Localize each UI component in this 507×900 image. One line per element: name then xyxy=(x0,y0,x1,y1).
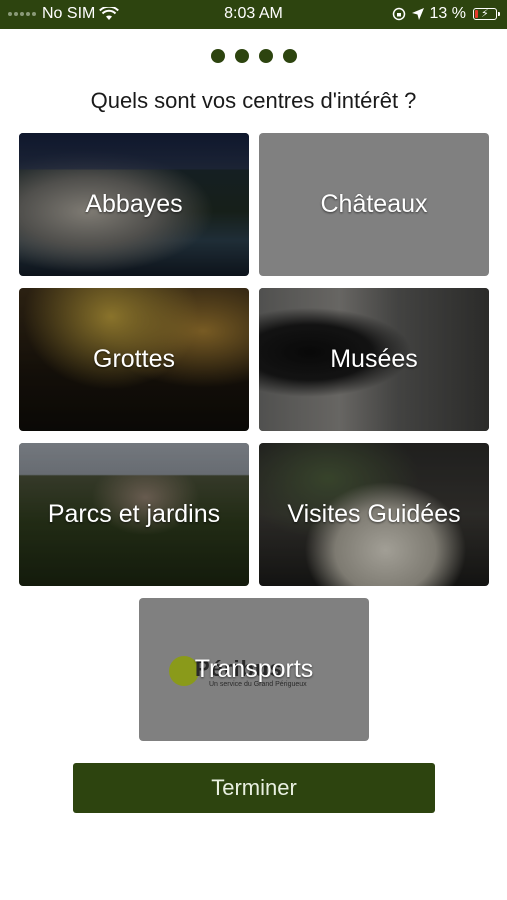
interest-tile-chateaux[interactable]: Châteaux xyxy=(259,133,489,276)
interest-tile-grottes[interactable]: Grottes xyxy=(19,288,249,431)
page-dot xyxy=(258,49,273,63)
interest-tile-visites-guidees[interactable]: Visites Guidées xyxy=(259,443,489,586)
page-dot xyxy=(282,49,297,63)
tile-label: Musées xyxy=(330,345,418,373)
interest-tile-musees[interactable]: Musées xyxy=(259,288,489,431)
finish-button[interactable]: Terminer xyxy=(73,763,435,813)
status-right: 13 % ⚡ xyxy=(392,5,500,23)
tile-label: Châteaux xyxy=(320,190,428,218)
page-dot xyxy=(210,49,225,63)
location-arrow-icon xyxy=(411,8,424,20)
rotation-lock-icon xyxy=(392,7,405,21)
tile-label: Parcs et jardins xyxy=(47,500,221,528)
tile-label: Abbayes xyxy=(85,190,183,218)
page-title: Quels sont vos centres d'intérêt ? xyxy=(90,88,417,113)
battery-percent: 13 % xyxy=(429,5,466,22)
tile-label: Visites Guidées xyxy=(287,500,461,528)
interest-tile-parcs-jardins[interactable]: Parcs et jardins xyxy=(19,443,249,586)
battery-charging-icon: ⚡ xyxy=(473,8,500,20)
tile-label: Grottes xyxy=(93,345,175,373)
tile-label: Transports xyxy=(194,655,314,683)
page-dot xyxy=(234,49,249,63)
page-indicator xyxy=(0,49,507,63)
interest-tile-transports[interactable]: Péribus Un service du Grand Périgueux Tr… xyxy=(139,598,369,741)
status-bar: No SIM 8:03 AM 13 % ⚡ xyxy=(0,0,507,29)
interest-tile-abbayes[interactable]: Abbayes xyxy=(19,133,249,276)
